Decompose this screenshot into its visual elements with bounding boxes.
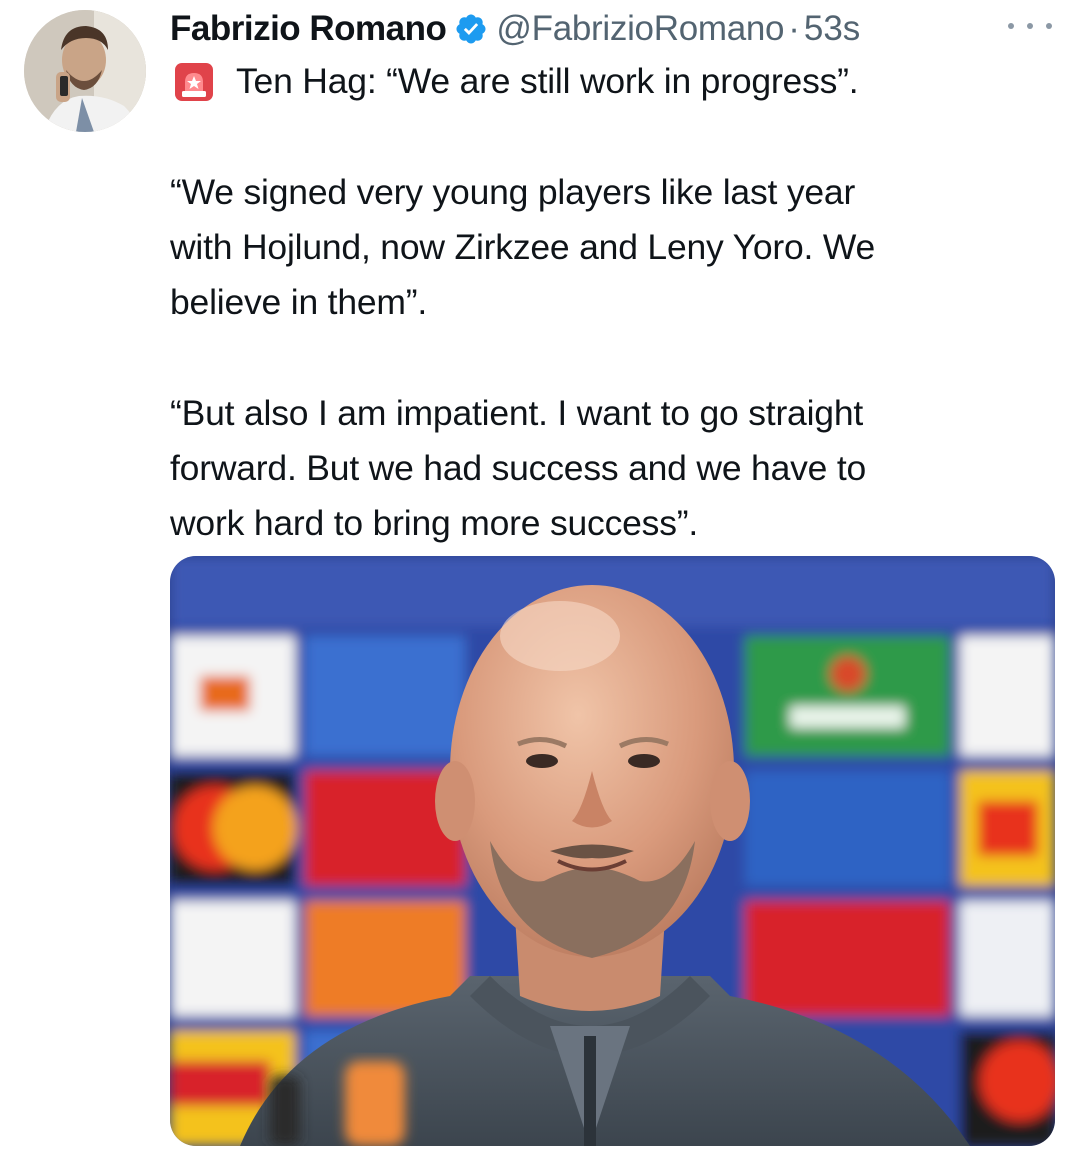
separator-dot: · xyxy=(788,9,800,48)
author-handle[interactable]: @FabrizioRomano xyxy=(496,9,784,49)
tweet-headline-line: Ten Hag: “We are still work in progress”… xyxy=(170,54,1050,109)
tweet-card[interactable]: Fabrizio Romano @FabrizioRomano · 53s Te xyxy=(0,0,1080,1152)
author-display-name[interactable]: Fabrizio Romano xyxy=(170,9,447,49)
rotating-light-icon xyxy=(174,62,214,102)
more-options-icon[interactable] xyxy=(1008,14,1052,38)
timestamp[interactable]: 53s xyxy=(804,9,860,49)
tweet-header: Fabrizio Romano @FabrizioRomano · 53s xyxy=(170,4,1060,54)
tweet-headline: Ten Hag: “We are still work in progress”… xyxy=(236,61,859,101)
paragraph-3-line-2: forward. But we had success and we have … xyxy=(170,448,867,488)
paragraph-2-line-1: “We signed very young players like last … xyxy=(170,172,856,212)
paragraph-2-line-2: with Hojlund, now Zirkzee and Leny Yoro.… xyxy=(170,227,876,267)
author-avatar[interactable] xyxy=(24,10,146,132)
paragraph-2-line-3: believe in them”. xyxy=(170,282,428,322)
paragraph-3-line-1: “But also I am impatient. I want to go s… xyxy=(170,393,864,433)
tweet-text: Ten Hag: “We are still work in progress”… xyxy=(170,54,1050,551)
verified-badge-icon xyxy=(454,12,488,46)
tweet-photo[interactable] xyxy=(170,556,1055,1146)
paragraph-3-line-3: work hard to bring more success”. xyxy=(170,503,699,543)
press-conference-photo-icon xyxy=(170,556,1055,1146)
profile-photo-icon xyxy=(24,10,146,132)
